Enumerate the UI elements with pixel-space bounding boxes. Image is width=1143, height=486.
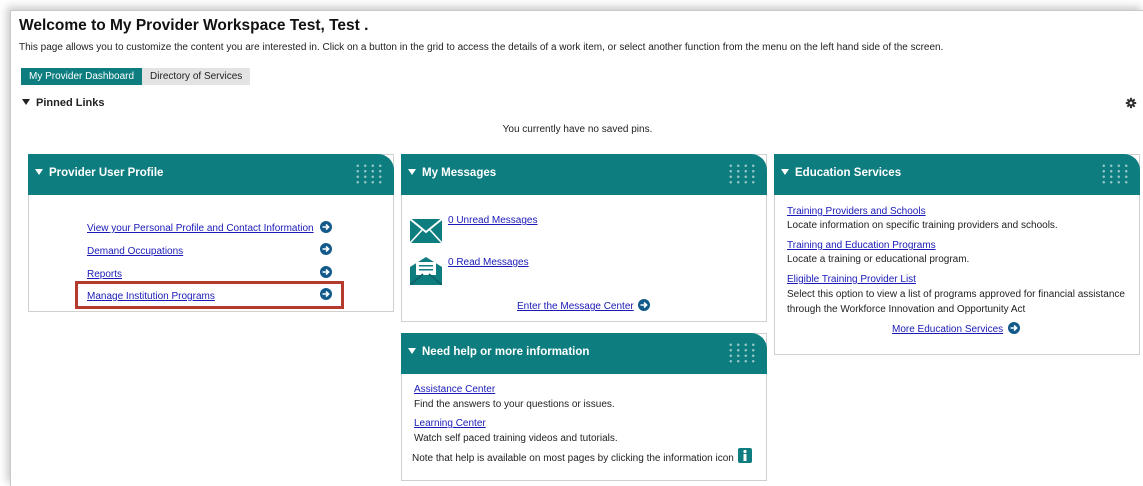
drag-handle-icon[interactable] bbox=[727, 163, 757, 185]
pins-empty-message: You currently have no saved pins. bbox=[502, 124, 653, 135]
caret-down-icon bbox=[35, 169, 43, 175]
panel-title: Need help or more information bbox=[422, 346, 590, 358]
education-services-panel: Education Services Training Providers an… bbox=[774, 154, 1140, 355]
manage-institution-programs-link[interactable]: Manage Institution Programs bbox=[87, 291, 215, 302]
need-help-panel: Need help or more information Assistance… bbox=[401, 333, 767, 481]
pinned-links-toggle[interactable]: Pinned Links bbox=[22, 97, 104, 109]
caret-down-icon bbox=[408, 348, 416, 354]
workspace-frame: Welcome to My Provider Workspace Test, T… bbox=[10, 10, 1143, 486]
arrow-right-icon[interactable] bbox=[1008, 322, 1020, 334]
assistance-center-link[interactable]: Assistance Center bbox=[414, 384, 495, 395]
assistance-center-desc: Find the answers to your questions or is… bbox=[414, 399, 615, 410]
caret-down-icon bbox=[408, 169, 416, 175]
reports-link[interactable]: Reports bbox=[87, 269, 122, 280]
panel-header[interactable]: Need help or more information bbox=[401, 333, 767, 374]
learning-center-desc: Watch self paced training videos and tut… bbox=[414, 433, 618, 444]
arrow-right-icon[interactable] bbox=[320, 243, 332, 255]
panel-header[interactable]: My Messages bbox=[401, 154, 767, 195]
open-envelope-icon bbox=[410, 257, 442, 285]
tab-bar: My Provider Dashboard Directory of Servi… bbox=[21, 68, 251, 85]
arrow-right-icon[interactable] bbox=[320, 266, 332, 278]
page-description: This page allows you to customize the co… bbox=[19, 42, 944, 53]
read-messages-link[interactable]: 0 Read Messages bbox=[448, 257, 529, 268]
drag-handle-icon[interactable] bbox=[354, 163, 384, 185]
drag-handle-icon[interactable] bbox=[1100, 163, 1130, 185]
training-programs-desc: Locate a training or educational program… bbox=[787, 254, 970, 265]
eligible-provider-list-desc-2: through the Workforce Innovation and Opp… bbox=[787, 304, 1026, 315]
arrow-right-icon[interactable] bbox=[638, 299, 650, 311]
eligible-provider-list-desc: Select this option to view a list of pro… bbox=[787, 289, 1125, 300]
learning-center-link[interactable]: Learning Center bbox=[414, 418, 486, 429]
profile-contact-link[interactable]: View your Personal Profile and Contact I… bbox=[87, 223, 314, 234]
provider-user-profile-panel: Provider User Profile View your Personal… bbox=[28, 154, 394, 312]
more-education-services-link[interactable]: More Education Services bbox=[892, 324, 1003, 335]
demand-occupations-link[interactable]: Demand Occupations bbox=[87, 246, 183, 257]
page-title: Welcome to My Provider Workspace Test, T… bbox=[19, 17, 369, 34]
panel-title: My Messages bbox=[422, 167, 497, 179]
training-providers-link[interactable]: Training Providers and Schools bbox=[787, 206, 926, 217]
my-messages-panel: My Messages 0 Unread Messages 0 Read Mes… bbox=[401, 154, 767, 322]
training-programs-link[interactable]: Training and Education Programs bbox=[787, 240, 936, 251]
arrow-right-icon[interactable] bbox=[320, 288, 332, 300]
gear-icon[interactable] bbox=[1125, 97, 1137, 109]
pinned-links-label: Pinned Links bbox=[36, 97, 105, 109]
caret-down-icon bbox=[781, 169, 789, 175]
panel-title: Education Services bbox=[795, 167, 902, 179]
unread-messages-link[interactable]: 0 Unread Messages bbox=[448, 215, 538, 226]
arrow-right-icon[interactable] bbox=[320, 221, 332, 233]
training-providers-desc: Locate information on specific training … bbox=[787, 220, 1058, 231]
tab-my-provider-dashboard[interactable]: My Provider Dashboard bbox=[21, 68, 143, 85]
eligible-provider-list-link[interactable]: Eligible Training Provider List bbox=[787, 274, 916, 285]
tab-directory-of-services[interactable]: Directory of Services bbox=[142, 68, 251, 85]
message-center-link[interactable]: Enter the Message Center bbox=[517, 301, 634, 312]
info-icon[interactable] bbox=[738, 448, 752, 463]
caret-down-icon bbox=[22, 99, 30, 105]
panel-header[interactable]: Education Services bbox=[774, 154, 1140, 195]
panel-title: Provider User Profile bbox=[49, 167, 164, 179]
panel-header[interactable]: Provider User Profile bbox=[28, 154, 394, 195]
envelope-icon bbox=[410, 219, 442, 243]
drag-handle-icon[interactable] bbox=[727, 342, 757, 364]
help-note: Note that help is available on most page… bbox=[412, 453, 734, 464]
